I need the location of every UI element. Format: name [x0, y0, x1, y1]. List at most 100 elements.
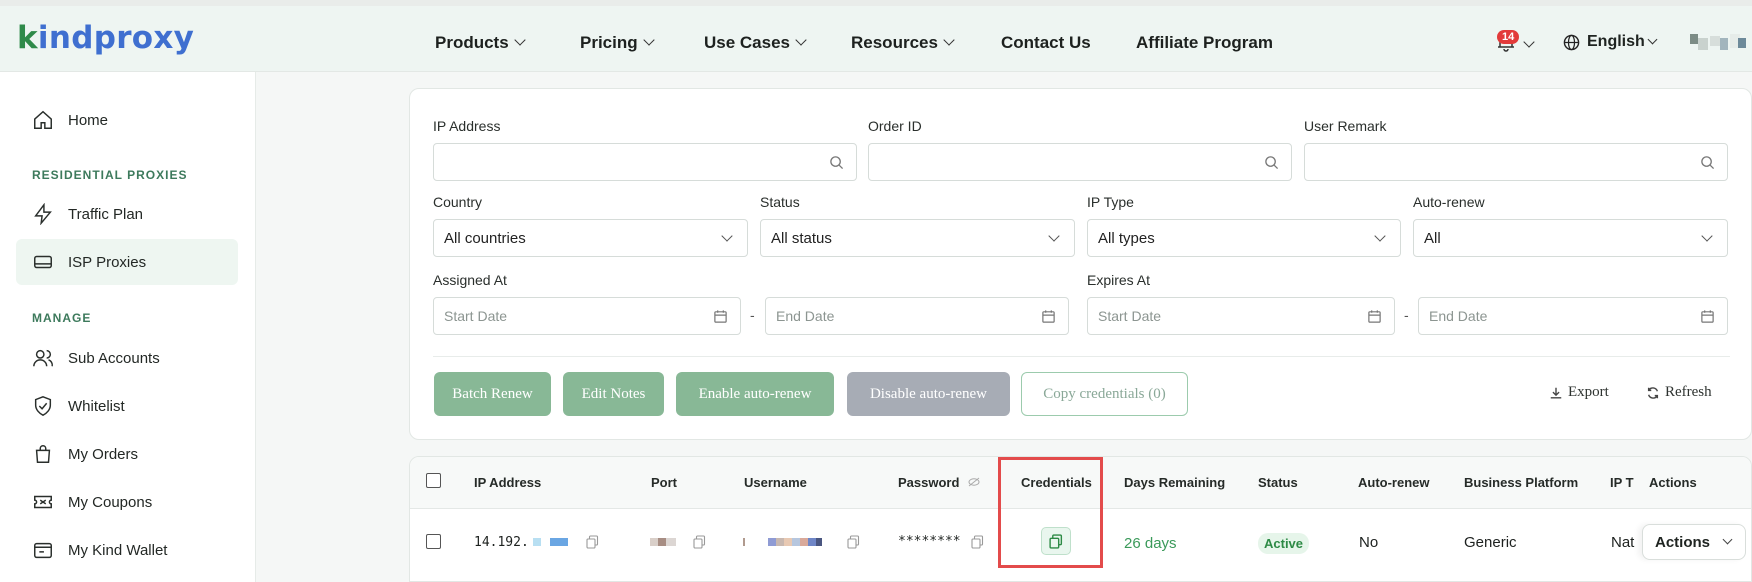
column-header-business-platform[interactable]: Business Platform: [1464, 475, 1578, 490]
redacted-port: [650, 538, 676, 546]
expires-end-date-input[interactable]: End Date: [1418, 297, 1728, 335]
sidebar-item-traffic-plan[interactable]: Traffic Plan: [16, 191, 238, 237]
copy-icon[interactable]: [847, 535, 860, 549]
search-icon: [1265, 156, 1279, 170]
sidebar-item-my-orders[interactable]: My Orders: [16, 431, 238, 477]
calendar-icon: [1701, 310, 1714, 323]
select-all-checkbox[interactable]: [426, 473, 441, 488]
user-remark-label: User Remark: [1304, 118, 1387, 134]
enable-auto-renew-button[interactable]: Enable auto-renew: [676, 372, 834, 416]
column-header-days-remaining[interactable]: Days Remaining: [1124, 475, 1225, 490]
nav-pricing[interactable]: Pricing: [580, 33, 655, 53]
column-header-password[interactable]: Password: [898, 475, 980, 490]
export-button[interactable]: Export: [1549, 384, 1609, 401]
column-header-ip-address[interactable]: IP Address: [474, 475, 541, 490]
business-platform-cell: Generic: [1464, 534, 1517, 551]
column-header-username[interactable]: Username: [744, 475, 807, 490]
redacted-username: [743, 538, 822, 546]
calendar-icon: [714, 310, 727, 323]
sidebar-item-home[interactable]: Home: [16, 97, 238, 143]
auto-renew-cell: No: [1359, 534, 1379, 551]
auto-renew-label: Auto-renew: [1413, 194, 1485, 210]
nav-use-cases[interactable]: Use Cases: [704, 33, 807, 53]
copy-icon[interactable]: [693, 535, 706, 549]
date-range-separator: -: [750, 307, 755, 323]
column-header-actions: Actions: [1649, 475, 1697, 490]
nav-affiliate-program[interactable]: Affiliate Program: [1136, 33, 1273, 53]
row-checkbox[interactable]: [426, 534, 441, 549]
refresh-button[interactable]: Refresh: [1646, 384, 1712, 401]
chevron-down-icon: [514, 34, 526, 46]
column-header-port[interactable]: Port: [651, 475, 677, 490]
redacted-ip: [533, 538, 568, 546]
ip-type-cell: Nat: [1611, 534, 1635, 551]
column-header-auto-renew[interactable]: Auto-renew: [1358, 475, 1430, 490]
sidebar-item-isp-proxies[interactable]: ISP Proxies: [16, 239, 238, 285]
wallet-icon: [34, 542, 52, 559]
column-header-ip-type[interactable]: IP T: [1610, 475, 1634, 490]
order-id-input[interactable]: [868, 143, 1292, 181]
sidebar-item-whitelist[interactable]: Whitelist: [16, 383, 238, 429]
status-select[interactable]: All status: [760, 219, 1075, 257]
date-range-separator: -: [1404, 307, 1409, 323]
nav-resources[interactable]: Resources: [851, 33, 955, 53]
lightning-icon: [34, 203, 52, 225]
kindproxy-logo[interactable]: kindproxy: [17, 20, 194, 56]
expires-at-label: Expires At: [1087, 272, 1151, 288]
ip-address-label: IP Address: [433, 118, 501, 134]
copy-icon[interactable]: [971, 535, 984, 549]
refresh-icon: [1647, 386, 1659, 399]
notification-badge: 14: [1497, 30, 1520, 44]
sidebar-section-manage: MANAGE: [32, 311, 92, 325]
eye-off-icon[interactable]: [968, 477, 980, 487]
ticket-icon: [34, 495, 52, 509]
disable-auto-renew-button[interactable]: Disable auto-renew: [847, 372, 1010, 416]
password-cell: ********: [898, 534, 961, 549]
user-remark-input[interactable]: [1304, 143, 1728, 181]
chevron-down-icon: [642, 34, 655, 46]
shield-icon: [34, 396, 52, 416]
expires-start-date-input[interactable]: Start Date: [1087, 297, 1395, 335]
country-label: Country: [433, 194, 483, 210]
chevron-down-icon: [721, 230, 733, 242]
assigned-at-label: Assigned At: [433, 272, 507, 288]
users-icon: [33, 349, 54, 367]
ip-address-input[interactable]: [433, 143, 857, 181]
ip-type-select[interactable]: All types: [1087, 219, 1401, 257]
edit-notes-button[interactable]: Edit Notes: [563, 372, 664, 416]
nav-products[interactable]: Products: [435, 33, 526, 53]
days-remaining-cell: 26 days: [1124, 535, 1177, 552]
chevron-down-icon: [1048, 230, 1060, 242]
sidebar-item-my-coupons[interactable]: My Coupons: [16, 479, 238, 525]
chevron-down-icon: [1722, 534, 1733, 544]
server-icon: [34, 255, 52, 269]
order-id-label: Order ID: [868, 118, 922, 134]
calendar-icon: [1368, 310, 1381, 323]
auto-renew-select[interactable]: All: [1413, 219, 1728, 257]
assigned-start-date-input[interactable]: Start Date: [433, 297, 741, 335]
top-navbar: kindproxy Products Pricing Use Cases Res…: [0, 0, 1752, 72]
assigned-end-date-input[interactable]: End Date: [765, 297, 1069, 335]
status-badge: Active: [1258, 533, 1310, 554]
chevron-down-icon: [1374, 230, 1386, 242]
column-header-status[interactable]: Status: [1258, 475, 1298, 490]
sidebar-item-sub-accounts[interactable]: Sub Accounts: [16, 335, 238, 381]
filter-divider: [433, 356, 1730, 357]
language-selector[interactable]: English: [1563, 33, 1658, 51]
nav-contact-us[interactable]: Contact Us: [1001, 33, 1091, 53]
sidebar-item-my-kind-wallet[interactable]: My Kind Wallet: [16, 527, 238, 573]
chevron-down-icon[interactable]: [1523, 36, 1535, 48]
copy-icon[interactable]: [586, 535, 599, 549]
copy-credentials-button[interactable]: Copy credentials (0): [1021, 372, 1188, 416]
country-select[interactable]: All countries: [433, 219, 748, 257]
calendar-icon: [1042, 310, 1055, 323]
sidebar: Home RESIDENTIAL PROXIES Traffic Plan IS…: [0, 72, 256, 582]
search-icon: [830, 156, 844, 170]
avatar[interactable]: [1690, 34, 1746, 52]
batch-renew-button[interactable]: Batch Renew: [434, 372, 551, 416]
sidebar-section-residential: RESIDENTIAL PROXIES: [32, 168, 188, 182]
home-icon: [34, 110, 52, 129]
shopping-bag-icon: [35, 445, 51, 463]
chevron-down-icon: [943, 34, 955, 46]
row-actions-dropdown[interactable]: Actions: [1642, 524, 1746, 560]
